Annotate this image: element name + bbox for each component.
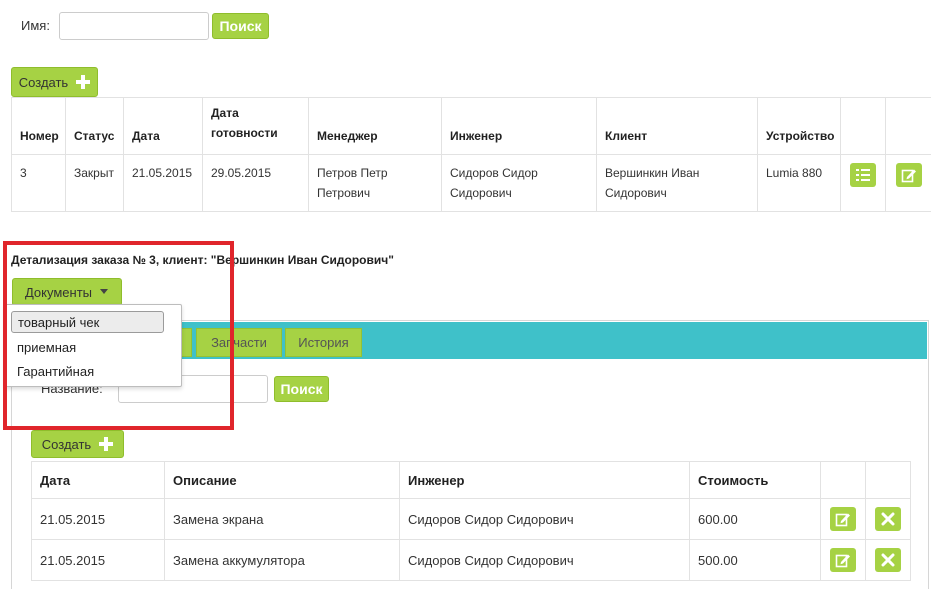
col-work-cost: Стоимость bbox=[689, 461, 821, 499]
create-order-button[interactable]: Создать bbox=[11, 67, 98, 97]
works-table: Дата Описание Инженер Стоимость 21.05.20… bbox=[31, 461, 911, 581]
col-work-date: Дата bbox=[31, 461, 165, 499]
order-status: Закрыт bbox=[65, 154, 124, 212]
work-date: 21.05.2015 bbox=[31, 498, 165, 540]
col-device: Устройство bbox=[757, 97, 841, 155]
work-engineer: Сидоров Сидор Сидорович bbox=[399, 498, 690, 540]
plus-icon bbox=[76, 75, 91, 89]
tab-history[interactable]: История bbox=[285, 328, 362, 357]
order-device: Lumia 880 bbox=[757, 154, 841, 212]
col-action-details bbox=[840, 97, 886, 155]
work-edit-button[interactable] bbox=[830, 548, 856, 572]
col-work-delete bbox=[865, 461, 911, 499]
order-edit-button[interactable] bbox=[895, 163, 922, 187]
table-row[interactable]: 21.05.2015 Замена экрана Сидоров Сидор С… bbox=[31, 498, 911, 540]
col-engineer: Инженер bbox=[441, 97, 597, 155]
create-work-label: Создать bbox=[41, 436, 92, 452]
list-icon bbox=[856, 169, 870, 181]
order-number: 3 bbox=[11, 154, 66, 212]
work-cost: 600.00 bbox=[689, 498, 821, 540]
orders-header-row: Номер Статус Дата Дата готовности Менедж… bbox=[11, 97, 931, 155]
order-details-button[interactable] bbox=[850, 163, 876, 187]
name-search-input[interactable] bbox=[59, 12, 209, 40]
edit-icon bbox=[901, 169, 916, 183]
name-search-button[interactable]: Поиск bbox=[212, 13, 269, 39]
highlight-box bbox=[3, 241, 234, 430]
delete-icon bbox=[881, 512, 895, 526]
col-work-description: Описание bbox=[164, 461, 400, 499]
create-order-label: Создать bbox=[18, 74, 69, 90]
col-ready-date: Дата готовности bbox=[202, 97, 309, 155]
table-row[interactable]: 3 Закрыт 21.05.2015 29.05.2015 Петров Пе… bbox=[11, 154, 931, 212]
edit-icon bbox=[835, 554, 850, 568]
delete-icon bbox=[881, 553, 895, 567]
order-engineer: Сидоров Сидор Сидорович bbox=[441, 154, 597, 212]
table-row[interactable]: 21.05.2015 Замена аккумулятора Сидоров С… bbox=[31, 539, 911, 581]
col-date: Дата bbox=[123, 97, 203, 155]
work-date: 21.05.2015 bbox=[31, 539, 165, 581]
name-label: Имя: bbox=[21, 18, 50, 33]
part-search-button[interactable]: Поиск bbox=[274, 376, 329, 402]
work-delete-button[interactable] bbox=[875, 507, 901, 531]
col-number: Номер bbox=[11, 97, 66, 155]
order-ready-date: 29.05.2015 bbox=[202, 154, 309, 212]
create-work-button[interactable]: Создать bbox=[31, 430, 124, 458]
order-date: 21.05.2015 bbox=[123, 154, 203, 212]
orders-table: Номер Статус Дата Дата готовности Менедж… bbox=[11, 97, 931, 212]
work-delete-button[interactable] bbox=[875, 548, 901, 572]
works-header-row: Дата Описание Инженер Стоимость bbox=[31, 461, 911, 499]
plus-icon bbox=[99, 437, 114, 451]
col-status: Статус bbox=[65, 97, 124, 155]
col-work-engineer: Инженер bbox=[399, 461, 690, 499]
order-client: Вершинкин Иван Сидорович bbox=[596, 154, 758, 212]
order-manager: Петров Петр Петрович bbox=[308, 154, 442, 212]
col-work-edit bbox=[820, 461, 866, 499]
work-description: Замена аккумулятора bbox=[164, 539, 400, 581]
work-description: Замена экрана bbox=[164, 498, 400, 540]
work-cost: 500.00 bbox=[689, 539, 821, 581]
col-action-edit bbox=[885, 97, 931, 155]
edit-icon bbox=[835, 513, 850, 527]
col-manager: Менеджер bbox=[308, 97, 442, 155]
work-engineer: Сидоров Сидор Сидорович bbox=[399, 539, 690, 581]
work-edit-button[interactable] bbox=[830, 507, 856, 531]
col-client: Клиент bbox=[596, 97, 758, 155]
